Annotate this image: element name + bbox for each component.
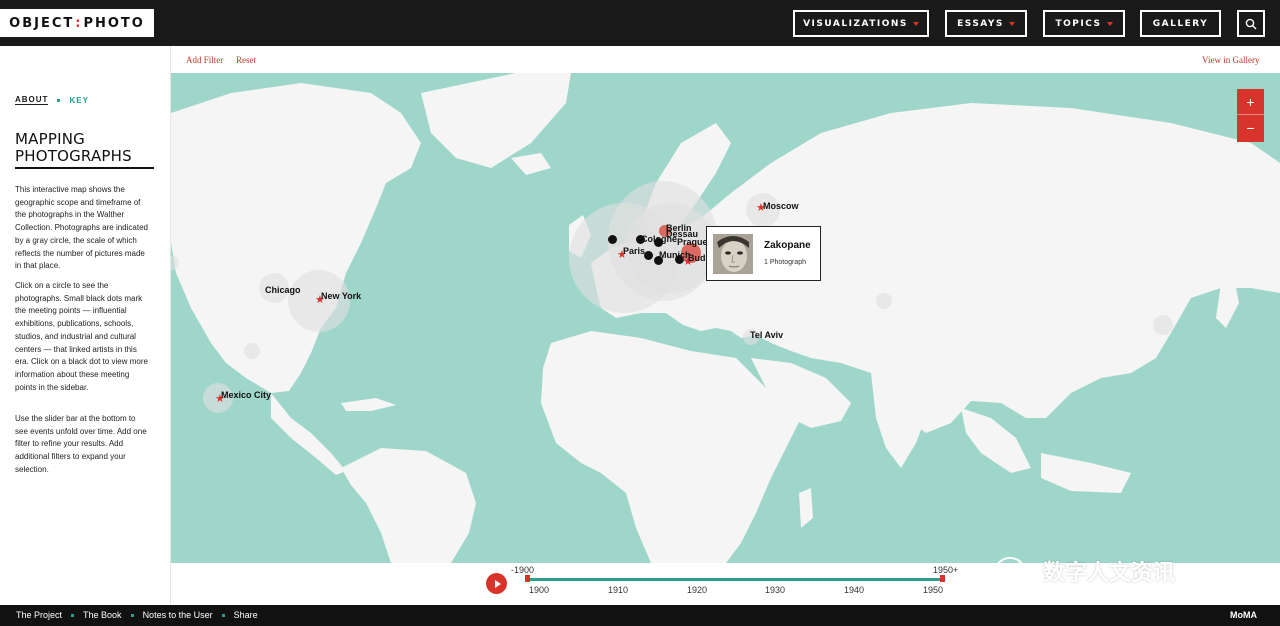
meeting-point-dot[interactable]: [644, 251, 653, 260]
city-label-tel-aviv[interactable]: Tel Aviv: [750, 330, 783, 340]
footer-separator: [71, 613, 75, 617]
tab-separator: [57, 98, 61, 102]
world-map[interactable]: ★ Moscow Berlin Dessau Cologne Prague ★ …: [171, 73, 1280, 563]
logo-text-left: OBJECT: [9, 15, 75, 31]
nav-gallery-button[interactable]: GALLERY: [1140, 10, 1221, 37]
logo-separator: :: [75, 15, 83, 31]
city-label-moscow[interactable]: Moscow: [763, 201, 799, 211]
zoom-out-button[interactable]: −: [1237, 115, 1264, 141]
photo-circle[interactable]: [876, 293, 892, 309]
photo-circle[interactable]: [1153, 315, 1173, 335]
zoom-in-button[interactable]: +: [1237, 89, 1264, 115]
watermark-text: 数字人文资讯: [1043, 561, 1176, 586]
caret-down-icon: [1106, 21, 1113, 26]
logo-text-right: PHOTO: [83, 15, 145, 31]
popup-title: Zakopane: [764, 240, 811, 251]
footer: The Project The Book Notes to the User S…: [0, 605, 1280, 626]
location-popup[interactable]: Zakopane 1 Photograph: [706, 226, 821, 281]
filter-bar: Add Filter Reset View in Gallery: [171, 46, 1280, 73]
range-end-label: 1950+: [933, 565, 959, 575]
timeline-tick-label: 1950: [923, 585, 944, 595]
nav-topics-label: TOPICS: [1055, 18, 1102, 29]
footer-link-book[interactable]: The Book: [83, 610, 122, 620]
photo-circle[interactable]: [244, 343, 260, 359]
object-photo-logo[interactable]: OBJECT: PHOTO: [0, 9, 154, 37]
wechat-watermark: 数字人文资讯: [995, 552, 1175, 590]
sidebar-title: MAPPING PHOTOGRAPHS: [15, 131, 154, 169]
timeline-track[interactable]: [527, 578, 943, 581]
wechat-icon: [996, 557, 1033, 584]
caret-down-icon: [912, 21, 919, 26]
timeline-end-handle[interactable]: [940, 575, 945, 582]
portrait-photo-icon: [713, 234, 753, 274]
timeline-tick-label: 1910: [608, 585, 629, 595]
timeline-tick-label: 1940: [844, 585, 865, 595]
footer-separator: [130, 613, 134, 617]
search-icon: [1245, 18, 1257, 29]
footer-link-share[interactable]: Share: [234, 610, 258, 620]
city-label-mexico-city[interactable]: Mexico City: [221, 390, 271, 400]
city-label-new-york[interactable]: New York: [321, 291, 361, 301]
sidebar-tabs: ABOUT KEY: [15, 95, 89, 105]
add-filter-link[interactable]: Add Filter: [186, 55, 223, 65]
timeline-tick-label: 1900: [529, 585, 550, 595]
city-label-prague[interactable]: Prague: [677, 237, 708, 247]
city-label-cologne[interactable]: Cologne: [641, 234, 677, 244]
nav-visualizations-label: VISUALIZATIONS: [803, 18, 908, 29]
caret-down-icon: [1008, 21, 1015, 26]
sidebar: ABOUT KEY MAPPING PHOTOGRAPHS This inter…: [0, 46, 171, 605]
city-label-budapest[interactable]: Bud: [688, 253, 706, 263]
reset-link[interactable]: Reset: [236, 55, 256, 65]
city-label-paris[interactable]: Paris: [623, 246, 645, 256]
moma-logo[interactable]: MoMA: [1230, 610, 1257, 620]
sidebar-title-line1: MAPPING: [15, 130, 85, 148]
search-button[interactable]: [1237, 10, 1265, 37]
nav-gallery-label: GALLERY: [1152, 18, 1209, 29]
sidebar-paragraph: This interactive map shows the geographi…: [15, 185, 148, 271]
nav-visualizations-button[interactable]: VISUALIZATIONS: [793, 10, 929, 37]
footer-link-project[interactable]: The Project: [16, 610, 62, 620]
timeline-tick-label: 1920: [687, 585, 708, 595]
footer-link-notes[interactable]: Notes to the User: [143, 610, 213, 620]
photo-thumbnail[interactable]: [713, 234, 753, 274]
timeline-start-handle[interactable]: [525, 575, 530, 582]
view-in-gallery-link[interactable]: View in Gallery: [1202, 55, 1259, 65]
footer-links: The Project The Book Notes to the User S…: [16, 610, 258, 620]
play-button[interactable]: [486, 573, 507, 594]
sidebar-paragraph: Use the slider bar at the bottom to see …: [15, 414, 147, 474]
meeting-point-dot[interactable]: [608, 235, 617, 244]
footer-separator: [221, 613, 225, 617]
nav-essays-label: ESSAYS: [957, 18, 1004, 29]
city-label-chicago[interactable]: Chicago: [265, 285, 301, 295]
sidebar-title-line2: PHOTOGRAPHS: [15, 147, 132, 165]
popup-photo-count: 1 Photograph: [764, 259, 807, 266]
timeline-tick-label: 1930: [765, 585, 786, 595]
nav-essays-button[interactable]: ESSAYS: [945, 10, 1027, 37]
tab-about[interactable]: ABOUT: [15, 95, 49, 105]
tab-key[interactable]: KEY: [69, 96, 88, 105]
nav-topics-button[interactable]: TOPICS: [1043, 10, 1125, 37]
sidebar-paragraph: Click on a circle to see the photographs…: [15, 281, 148, 392]
range-start-label: -1900: [511, 565, 535, 575]
top-header: OBJECT: PHOTO VISUALIZATIONS ESSAYS TOPIC…: [0, 0, 1280, 46]
zoom-control: + −: [1237, 89, 1264, 142]
